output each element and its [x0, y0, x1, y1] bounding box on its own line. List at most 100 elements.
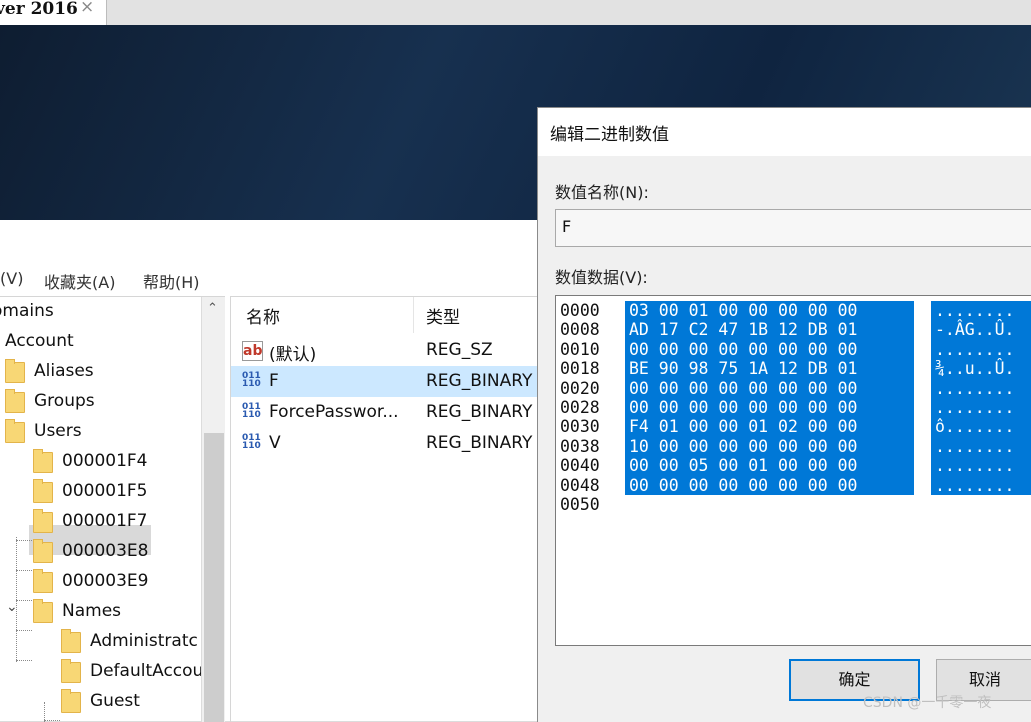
chevron-down-icon[interactable]: ⌄: [6, 599, 18, 615]
tree-node-label: DefaultAccou: [90, 661, 204, 681]
value-name: ForcePasswor...: [269, 402, 399, 422]
tree-line: [44, 702, 45, 722]
edit-binary-value-dialog: 编辑二进制数值 数值名称(N): F 数值数据(V): 0000 0008 0010…: [537, 107, 1031, 722]
hex-offset-line: 0038: [560, 436, 600, 456]
hex-offset-line: 0008: [560, 320, 600, 340]
hex-bytes-line: AD 17 C2 47 1B 12 DB 01: [629, 320, 858, 340]
column-header-type[interactable]: 类型: [426, 303, 460, 328]
vm-tab-title: ver 2016: [0, 0, 78, 19]
binary-value-icon: 011 110: [242, 433, 261, 451]
value-row-v[interactable]: 011 110 V REG_BINARY: [231, 428, 546, 459]
value-row-default[interactable]: ab (默认) REG_SZ: [231, 335, 546, 366]
folder-icon: [33, 539, 53, 563]
folder-icon: [33, 509, 53, 533]
hex-ascii[interactable]: ........ -.ÂG..Û......... ¾..u..Û.........…: [931, 301, 1031, 496]
folder-icon: [33, 599, 53, 623]
tree-node-label: Administratc: [90, 631, 198, 651]
browser-tab-bar: ver 2016 ×: [0, 0, 1031, 26]
hex-ascii-line: ¾..u..Û.: [935, 359, 1015, 379]
folder-icon: [5, 359, 25, 383]
scrollbar-thumb[interactable]: [204, 433, 224, 722]
hex-bytes-line: 03 00 01 00 00 00 00 00: [629, 301, 858, 320]
value-name: F: [269, 371, 279, 391]
value-name-text: F: [562, 217, 572, 236]
binary-value-icon: 011 110: [242, 402, 261, 420]
close-tab-icon[interactable]: ×: [80, 0, 94, 17]
menu-help[interactable]: 帮助(H): [143, 269, 200, 293]
hex-offset-line: 0020: [560, 378, 600, 398]
tree-node-label: 000003E9: [62, 571, 149, 591]
hex-offset-line: 0018: [560, 359, 600, 379]
tree-line: [16, 540, 32, 541]
hex-bytes-line: 00 00 00 00 00 00 00 00: [629, 339, 858, 359]
tree-line: [16, 600, 32, 601]
hex-bytes-line: 00 00 00 00 00 00 00 00: [629, 378, 858, 398]
registry-editor-window: (V) 收藏夹(A) 帮助(H) omains Account Aliases …: [0, 220, 546, 722]
hex-editor[interactable]: 0000 0008 0010 0018 0020 0028 0030 0038 0040 0048…: [555, 295, 1031, 646]
hex-ascii-line: ........: [935, 475, 1015, 495]
values-list: 名称 类型 ab (默认) REG_SZ 011 110 F REG_BINARY…: [230, 296, 546, 722]
dialog-title: 编辑二进制数值: [550, 125, 669, 145]
value-type: REG_SZ: [426, 340, 493, 360]
tree-node-label: 000001F4: [62, 451, 148, 471]
value-row-forcepassword[interactable]: 011 110 ForcePasswor... REG_BINARY: [231, 397, 546, 428]
tree-node-label: 000001F7: [62, 511, 148, 531]
hex-offset-line: 0040: [560, 456, 600, 476]
hex-bytes-line: 00 00 00 00 00 00 00 00: [629, 398, 858, 418]
hex-offset-line: 0030: [560, 417, 600, 437]
folder-icon: [33, 449, 53, 473]
registry-tree: omains Account Aliases Groups Users 0000…: [0, 296, 225, 722]
tree-node-label: omains: [0, 301, 54, 321]
hex-bytes-line: F4 01 00 00 01 02 00 00: [629, 417, 858, 437]
tree-node-label: Account: [5, 331, 74, 351]
menu-view[interactable]: (V): [0, 269, 23, 288]
column-separator[interactable]: [413, 297, 414, 333]
tree-scrollbar[interactable]: ⌃: [201, 297, 225, 722]
value-name-label: 数值名称(N):: [555, 183, 649, 202]
hex-bytes-line: BE 90 98 75 1A 12 DB 01: [629, 359, 858, 379]
value-row-f[interactable]: 011 110 F REG_BINARY: [231, 366, 546, 397]
tree-node-label: 000003E8: [62, 541, 149, 561]
hex-ascii-line: ........: [935, 378, 1015, 398]
value-name: (默认): [269, 345, 317, 365]
vm-tab[interactable]: ver 2016 ×: [0, 0, 107, 25]
menu-favorites[interactable]: 收藏夹(A): [44, 269, 115, 293]
tree-node-label: Guest: [90, 691, 140, 711]
scroll-up-icon[interactable]: ⌃: [207, 301, 218, 316]
tree-line: [16, 660, 32, 661]
tree-node-label: Aliases: [34, 361, 94, 381]
hex-bytes[interactable]: 03 00 01 00 00 00 00 00 AD 17 C2 47 1B 12…: [625, 301, 914, 496]
hex-ascii-line: ô.......: [935, 417, 1015, 437]
hex-ascii-line: ........: [935, 398, 1015, 418]
hex-offset-line: 0010: [560, 339, 600, 359]
hex-ascii-line: ........: [935, 301, 1015, 320]
tree-node-label: Groups: [34, 391, 95, 411]
value-name: V: [269, 433, 281, 453]
hex-offset-line: 0000: [560, 301, 600, 320]
hex-offsets: 0000 0008 0010 0018 0020 0028 0030 0038 0040 0048…: [560, 301, 600, 514]
hex-offset-line: 0048: [560, 475, 600, 495]
folder-icon: [61, 659, 81, 683]
string-value-icon: ab: [242, 341, 263, 361]
tree-line: [16, 570, 32, 571]
hex-ascii-line: -.ÂG..Û.: [935, 320, 1015, 340]
watermark: CSDN @一千零一夜: [863, 695, 992, 711]
tree-node-label: 000001F5: [62, 481, 148, 501]
tree-node-label: Names: [62, 601, 122, 621]
folder-icon: [5, 389, 25, 413]
folder-icon: [5, 419, 25, 443]
folder-icon: [61, 629, 81, 653]
dialog-titlebar[interactable]: 编辑二进制数值: [538, 108, 1031, 156]
hex-ascii-line: ........: [935, 339, 1015, 359]
tree-line: [16, 630, 32, 631]
hex-bytes-line: 00 00 00 00 00 00 00 00: [629, 475, 858, 495]
hex-offset-line: 0028: [560, 398, 600, 418]
folder-icon: [61, 689, 81, 713]
column-header-name[interactable]: 名称: [246, 303, 280, 328]
hex-ascii-line: ........: [935, 436, 1015, 456]
hex-bytes-line: 10 00 00 00 00 00 00 00: [629, 436, 858, 456]
tree-node-label: Users: [34, 421, 82, 441]
value-name-field[interactable]: F: [555, 209, 1031, 247]
folder-icon: [33, 569, 53, 593]
hex-bytes-line: 00 00 05 00 01 00 00 00: [629, 456, 858, 476]
